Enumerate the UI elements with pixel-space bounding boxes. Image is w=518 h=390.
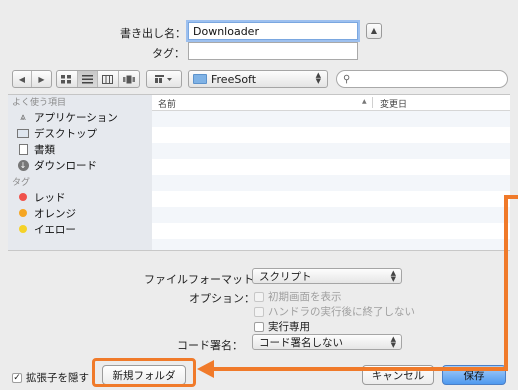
checkbox-box[interactable] xyxy=(254,321,264,332)
red-tag-dot-icon xyxy=(16,191,30,203)
divider xyxy=(8,250,510,251)
tags-label: タグ： xyxy=(152,47,185,60)
updown-arrows-icon: ▲ ▼ xyxy=(315,71,321,85)
column-header-modified[interactable]: 変更日 xyxy=(380,97,407,110)
annotation-line-bottom xyxy=(210,367,508,371)
list-item xyxy=(152,239,510,250)
tags-input[interactable] xyxy=(188,42,358,60)
sidebar-item-label: アプリケーション xyxy=(34,111,118,124)
file-list[interactable]: 名前 ▲ 変更日 xyxy=(152,94,510,250)
search-field[interactable]: ⚲ xyxy=(336,70,508,88)
checkbox-label: 初期画面を表示 xyxy=(268,291,342,303)
sidebar-item-label: 書類 xyxy=(34,143,55,156)
search-icon: ⚲ xyxy=(343,73,351,85)
sidebar-header-tags: タグ xyxy=(12,178,31,188)
column-header-name[interactable]: 名前 xyxy=(158,97,176,110)
forward-arrow-icon[interactable]: ▶ xyxy=(32,71,51,87)
list-item xyxy=(152,143,510,159)
stay-open-checkbox[interactable]: ハンドラの実行後に終了しない xyxy=(254,304,415,319)
sidebar-item-applications[interactable]: ⩓ アプリケーション xyxy=(8,109,152,125)
file-list-rows xyxy=(152,111,510,250)
file-format-value: スクリプト xyxy=(259,270,312,283)
checkbox-label: 実行専用 xyxy=(268,321,310,333)
save-as-label: 書き出し名： xyxy=(120,27,186,40)
updown-arrows-icon: ▲ ▼ xyxy=(390,335,396,349)
arrange-dropdown[interactable] xyxy=(146,70,182,88)
sidebar-item-label: ダウンロード xyxy=(34,159,97,172)
orange-tag-dot-icon xyxy=(16,207,30,219)
list-item xyxy=(152,159,510,175)
list-view-icon[interactable] xyxy=(77,71,98,87)
updown-arrows-icon: ▲ ▼ xyxy=(390,269,396,283)
code-sign-value: コード署名しない xyxy=(259,336,343,349)
startup-screen-checkbox[interactable]: 初期画面を表示 xyxy=(254,289,342,304)
list-item xyxy=(152,127,510,143)
code-sign-select[interactable]: コード署名しない ▲ ▼ xyxy=(252,334,402,350)
annotation-highlight-box xyxy=(92,358,196,387)
sidebar-item-downloads[interactable]: ↓ ダウンロード xyxy=(8,157,152,173)
sidebar-item-desktop[interactable]: デスクトップ xyxy=(8,125,152,141)
sort-ascending-icon: ▲ xyxy=(362,98,367,105)
yellow-tag-dot-icon xyxy=(16,223,30,235)
checkbox-label: ハンドラの実行後に終了しない xyxy=(268,306,415,318)
sidebar-header-favorites: よく使う項目 xyxy=(12,98,67,108)
documents-icon xyxy=(16,143,30,155)
hide-extension-checkbox[interactable]: ✓ 拡張子を隠す xyxy=(12,370,89,385)
checkbox-label: 拡張子を隠す xyxy=(26,372,89,384)
arrange-grid-icon[interactable] xyxy=(147,71,181,87)
back-forward-control[interactable]: ◀ ▶ xyxy=(12,70,52,88)
file-list-header: 名前 ▲ 変更日 xyxy=(152,95,510,111)
sidebar-item-label: デスクトップ xyxy=(34,127,97,140)
back-arrow-icon[interactable]: ◀ xyxy=(13,71,32,87)
location-name: FreeSoft xyxy=(211,72,257,86)
sidebar-tag-orange[interactable]: オレンジ xyxy=(8,205,152,221)
list-item xyxy=(152,191,510,207)
checkmark-icon[interactable]: ✓ xyxy=(12,372,22,383)
disclose-chevron-up-icon[interactable]: ▲ xyxy=(366,23,382,39)
applications-icon: ⩓ xyxy=(20,111,26,123)
annotation-line-vertical xyxy=(504,195,508,371)
list-item xyxy=(152,207,510,223)
coverflow-view-icon[interactable] xyxy=(119,71,139,87)
list-item xyxy=(152,175,510,191)
sidebar-tag-yellow[interactable]: イエロー xyxy=(8,221,152,237)
list-item xyxy=(152,111,510,127)
column-divider xyxy=(372,97,373,108)
annotation-arrowhead-icon xyxy=(197,360,214,378)
file-format-label: ファイルフォーマット： xyxy=(144,273,265,286)
sidebar: よく使う項目 ⩓ アプリケーション デスクトップ 書類 ↓ ダウンロード タグ … xyxy=(8,94,152,250)
sidebar-item-documents[interactable]: 書類 xyxy=(8,141,152,157)
save-as-input[interactable]: Downloader xyxy=(188,22,358,40)
desktop-icon xyxy=(16,127,30,139)
run-only-checkbox[interactable]: 実行専用 xyxy=(254,319,310,334)
icon-view-icon[interactable] xyxy=(57,71,78,87)
location-popup[interactable]: FreeSoft ▲ ▼ xyxy=(188,70,328,88)
column-view-icon[interactable] xyxy=(98,71,119,87)
sidebar-item-label: レッド xyxy=(34,191,66,204)
checkbox-box[interactable] xyxy=(254,291,264,302)
sidebar-item-label: イエロー xyxy=(34,223,76,236)
view-mode-control[interactable] xyxy=(56,70,140,88)
folder-icon xyxy=(193,74,207,84)
options-label: オプション： xyxy=(189,292,255,305)
downloads-icon: ↓ xyxy=(16,159,30,171)
sidebar-item-label: オレンジ xyxy=(34,207,76,220)
checkbox-box[interactable] xyxy=(254,306,264,317)
code-sign-label: コード署名： xyxy=(177,339,243,352)
sidebar-tag-red[interactable]: レッド xyxy=(8,189,152,205)
list-item xyxy=(152,223,510,239)
file-format-select[interactable]: スクリプト ▲ ▼ xyxy=(252,268,402,284)
